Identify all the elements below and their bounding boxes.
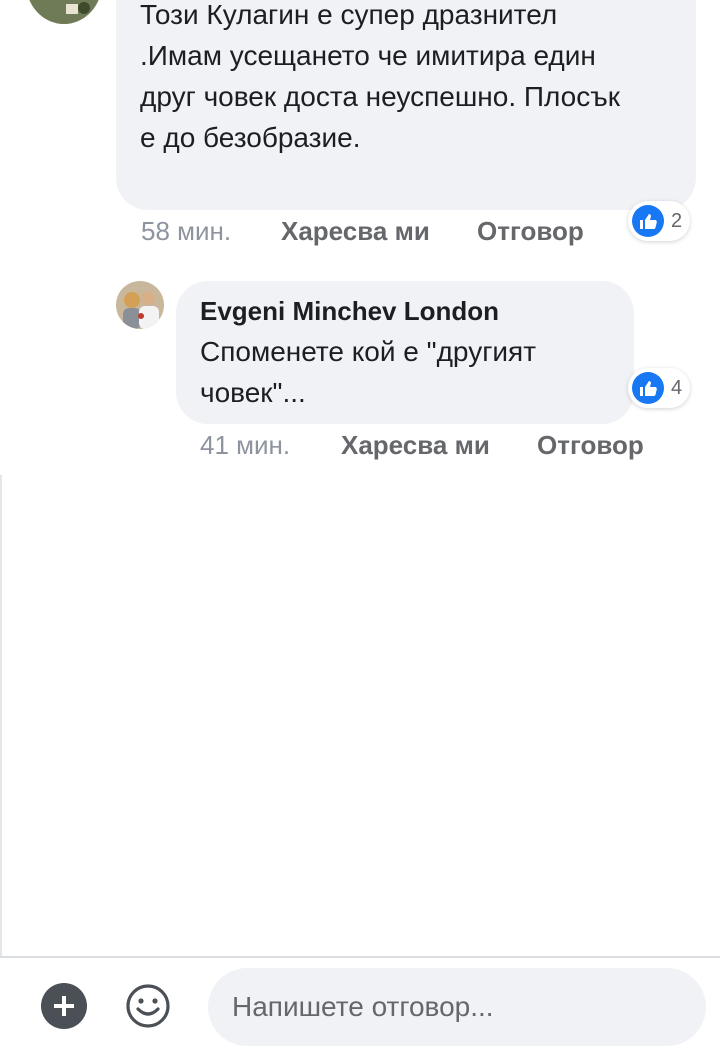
comment-time[interactable]: 58 мин. [141,216,231,246]
reaction-badge[interactable]: 2 [628,201,691,241]
smiley-icon[interactable] [125,983,171,1029]
avatar[interactable] [116,281,164,329]
comment-actions-reply: Отговор [477,215,584,247]
reaction-badge[interactable]: 4 [628,368,691,408]
reply-button[interactable]: Отговор [537,430,644,460]
plus-circle-icon[interactable] [41,983,87,1029]
comment-bubble[interactable]: Evgeni Minchev London Споменете кой е "д… [176,281,634,424]
comment-time[interactable]: 41 мин. [200,430,290,460]
comment-actions-reply: Отговор [537,429,644,461]
thumbs-up-icon [632,372,664,404]
like-button[interactable]: Харесва ми [281,216,430,246]
comment-meta: 41 мин. [200,429,290,461]
comment-text: Споменете кой е "другият човек"... [200,336,537,408]
divider [0,475,2,957]
comment-actions: Харесва ми [341,429,490,461]
reply-input[interactable] [208,968,706,1046]
comment-actions: Харесва ми [281,215,430,247]
reply-button[interactable]: Отговор [477,216,584,246]
comment-text: Този Кулагин е супер дразнител .Имам усе… [140,0,620,153]
comment-bubble[interactable]: Този Кулагин е супер дразнител .Имам усе… [116,0,696,210]
avatar-image [26,0,102,24]
avatar[interactable] [26,0,102,24]
composer-divider [0,956,720,958]
like-button[interactable]: Харесва ми [341,430,490,460]
comment-meta: 58 мин. [141,215,231,247]
thumbs-up-icon [632,205,664,237]
reaction-count: 4 [671,376,683,399]
reaction-count: 2 [671,209,683,232]
avatar-image [116,281,164,329]
comment-author[interactable]: Evgeni Minchev London [200,295,499,327]
